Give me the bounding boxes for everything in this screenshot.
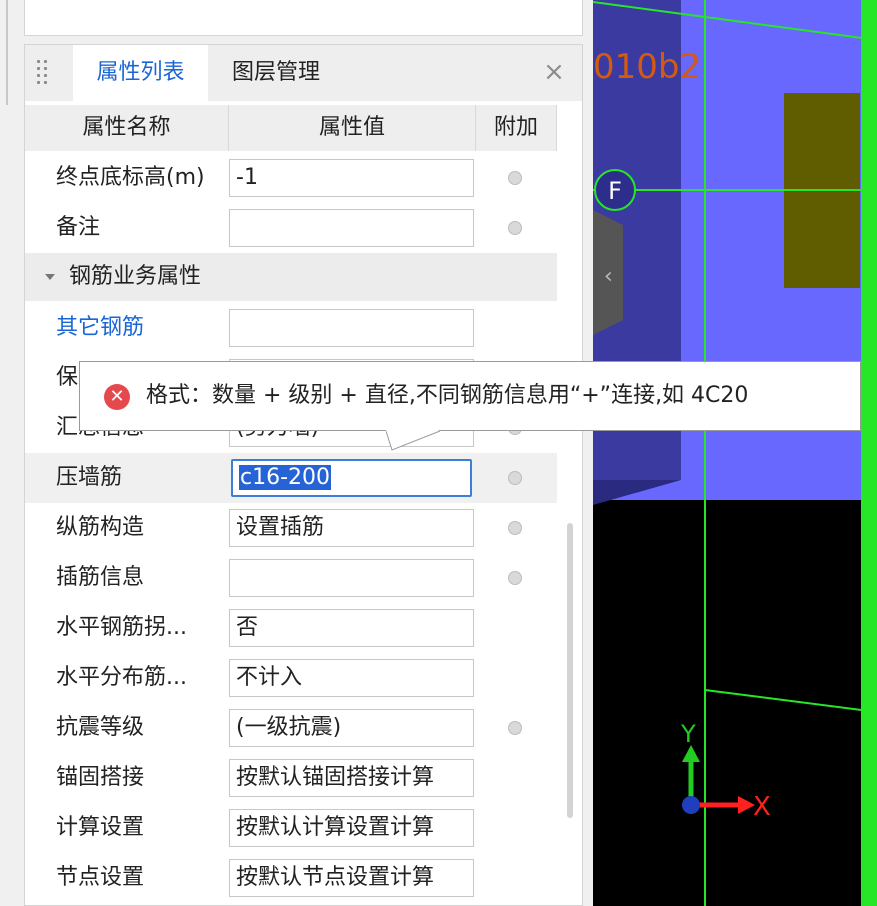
- attach-checkbox[interactable]: [508, 171, 522, 185]
- upper-panel-box: [24, 0, 583, 36]
- drawing-viewport[interactable]: ‹ F 010b2 X Y: [593, 0, 877, 906]
- property-name: 保: [56, 365, 79, 390]
- property-value-field[interactable]: 否: [229, 609, 474, 647]
- property-value-field[interactable]: 按默认节点设置计算: [229, 859, 474, 897]
- tooltip-text: 格式：数量 + 级别 + 直径,不同钢筋信息用“+”连接,如 4C20: [146, 383, 749, 408]
- property-name: 锚固搭接: [56, 765, 145, 790]
- y-axis-label: Y: [680, 720, 696, 748]
- tab-properties[interactable]: 属性列表: [73, 45, 208, 101]
- attach-checkbox[interactable]: [508, 571, 522, 585]
- property-value-text: -1: [236, 165, 258, 190]
- property-name: 抗震等级: [56, 715, 145, 740]
- property-value-field[interactable]: c16-200: [231, 459, 472, 497]
- property-row[interactable]: 计算设置 按默认计算设置计算: [25, 803, 557, 853]
- property-value-text: 不计入: [236, 665, 303, 690]
- property-row[interactable]: 其它钢筋: [25, 303, 557, 353]
- property-name: 压墙筋: [56, 465, 123, 490]
- property-name: 备注: [56, 215, 101, 240]
- property-row[interactable]: 插筋信息: [25, 553, 557, 603]
- property-value-text: (一级抗震): [236, 715, 342, 740]
- property-row[interactable]: 抗震等级 (一级抗震): [25, 703, 557, 753]
- attach-checkbox[interactable]: [508, 721, 522, 735]
- property-name[interactable]: 其它钢筋: [56, 303, 144, 353]
- property-name: 水平钢筋拐...: [56, 615, 187, 640]
- property-value-text: 按默认计算设置计算: [236, 815, 435, 840]
- property-value-text: 按默认节点设置计算: [236, 865, 435, 890]
- tooltip-pointer: [386, 430, 441, 451]
- left-divider: [6, 0, 8, 105]
- viewport-canvas: ‹ F 010b2 X Y: [593, 0, 877, 906]
- close-icon[interactable]: ×: [541, 59, 567, 85]
- property-row[interactable]: 锚固搭接 按默认锚固搭接计算: [25, 753, 557, 803]
- green-edge-bar: [861, 0, 877, 906]
- property-value-field[interactable]: 不计入: [229, 659, 474, 697]
- collapse-triangle-icon[interactable]: [45, 274, 55, 280]
- column-header-extra[interactable]: 附加: [476, 105, 557, 151]
- property-name: 水平分布筋...: [56, 665, 187, 690]
- property-value-text: 设置插筋: [236, 515, 325, 540]
- property-row[interactable]: 节点设置 按默认节点设置计算: [25, 853, 557, 903]
- property-value-field[interactable]: 按默认计算设置计算: [229, 809, 474, 847]
- format-error-tooltip: ✕ 格式：数量 + 级别 + 直径,不同钢筋信息用“+”连接,如 4C20: [79, 361, 861, 431]
- property-row[interactable]: 压墙筋 c16-200: [25, 453, 557, 503]
- section-label: 钢筋业务属性: [69, 264, 202, 289]
- property-value-field[interactable]: (一级抗震): [229, 709, 474, 747]
- property-row[interactable]: 终点底标高(m) -1: [25, 153, 557, 203]
- attach-checkbox[interactable]: [508, 471, 522, 485]
- grid-line: [704, 689, 877, 713]
- property-name: 节点设置: [56, 865, 145, 890]
- property-value-text: 否: [236, 615, 259, 640]
- section-rebar-properties[interactable]: 钢筋业务属性: [25, 253, 557, 301]
- drag-handle-icon[interactable]: [37, 60, 51, 86]
- origin-dot: [682, 796, 700, 814]
- properties-panel: 属性列表 图层管理 × 属性名称 属性值 附加 终点底标高(m) -1 备注 钢筋业…: [24, 44, 583, 906]
- property-value-text: c16-200: [239, 465, 332, 490]
- left-edge-strip: [0, 0, 24, 906]
- property-name: 计算设置: [56, 815, 145, 840]
- collapse-chevron-icon[interactable]: ‹: [604, 264, 613, 289]
- property-value-field[interactable]: -1: [229, 159, 474, 197]
- property-row[interactable]: 水平钢筋拐... 否: [25, 603, 557, 653]
- property-name: 终点底标高(m): [56, 165, 205, 190]
- property-name: 纵筋构造: [56, 515, 145, 540]
- property-value-field[interactable]: 设置插筋: [229, 509, 474, 547]
- property-value-field[interactable]: [229, 559, 474, 597]
- property-row[interactable]: 备注: [25, 203, 557, 253]
- axis-label-f: F: [608, 177, 622, 205]
- property-value-field[interactable]: [229, 309, 474, 347]
- column-header-name[interactable]: 属性名称: [25, 105, 229, 151]
- tab-layers[interactable]: 图层管理: [211, 45, 341, 101]
- error-icon: ✕: [104, 384, 130, 410]
- property-row[interactable]: 纵筋构造 设置插筋: [25, 503, 557, 553]
- property-row[interactable]: 水平分布筋... 不计入: [25, 653, 557, 703]
- property-value-field[interactable]: [229, 209, 474, 247]
- property-value-text: 按默认锚固搭接计算: [236, 765, 435, 790]
- property-name: 插筋信息: [56, 565, 145, 590]
- drawing-label: 010b2: [593, 47, 701, 87]
- property-value-field[interactable]: 按默认锚固搭接计算: [229, 759, 474, 797]
- column-header-value[interactable]: 属性值: [229, 105, 476, 151]
- panel-tab-bar: 属性列表 图层管理 ×: [25, 45, 582, 101]
- x-axis-label: X: [753, 792, 771, 822]
- attach-checkbox[interactable]: [508, 521, 522, 535]
- scrollbar-thumb[interactable]: [567, 523, 573, 818]
- attach-checkbox[interactable]: [508, 221, 522, 235]
